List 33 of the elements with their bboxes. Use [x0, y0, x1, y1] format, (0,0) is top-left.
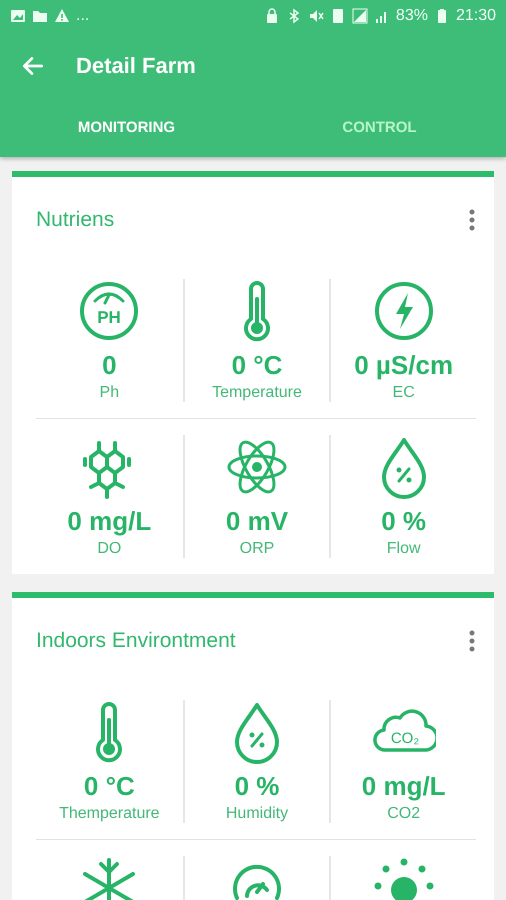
mute-icon — [308, 8, 324, 24]
sensor-value: 0 mg/L — [362, 771, 446, 802]
folder-icon — [32, 8, 48, 24]
screen-title: Detail Farm — [76, 53, 196, 79]
sensor-label: EC — [392, 384, 415, 402]
tab[interactable]: CONTROL — [253, 100, 506, 157]
sensor-value: 0 — [102, 350, 117, 381]
more-options-icon[interactable] — [468, 629, 476, 653]
card-title: Nutriens — [36, 208, 114, 232]
image-icon — [10, 8, 26, 24]
sensor-label: CO2 — [387, 805, 420, 823]
sensor-label: ORP — [240, 540, 274, 558]
sensor-value: 0 °C — [232, 350, 282, 381]
warning-icon — [54, 8, 70, 24]
sensor-value: 0 µS/cm — [354, 350, 454, 381]
battery-percent-text: 83% — [396, 7, 428, 25]
sensor-label: Ph — [100, 384, 120, 402]
notification-more-text: ... — [76, 7, 90, 25]
more-options-icon[interactable] — [468, 208, 476, 232]
sensor-value: 0 % — [381, 506, 426, 537]
sensor-label: Humidity — [226, 805, 288, 823]
signal-icon — [352, 8, 368, 24]
tab[interactable]: MONITORING — [0, 100, 253, 157]
card-title: Indoors Environtment — [36, 629, 236, 653]
sensor-value: 0 mg/L — [67, 506, 152, 537]
sensor-value: 0 % — [234, 771, 280, 802]
sensor-label: Flow — [386, 540, 421, 558]
sensor-label: Themperature — [59, 805, 160, 823]
sensor-label: DO — [97, 540, 122, 558]
sensor-value: 0 mV — [226, 506, 288, 537]
sensor-label: Temperature — [212, 384, 302, 402]
sensor-value: 0 °C — [84, 771, 135, 802]
clock-text: 21:30 — [456, 7, 496, 25]
